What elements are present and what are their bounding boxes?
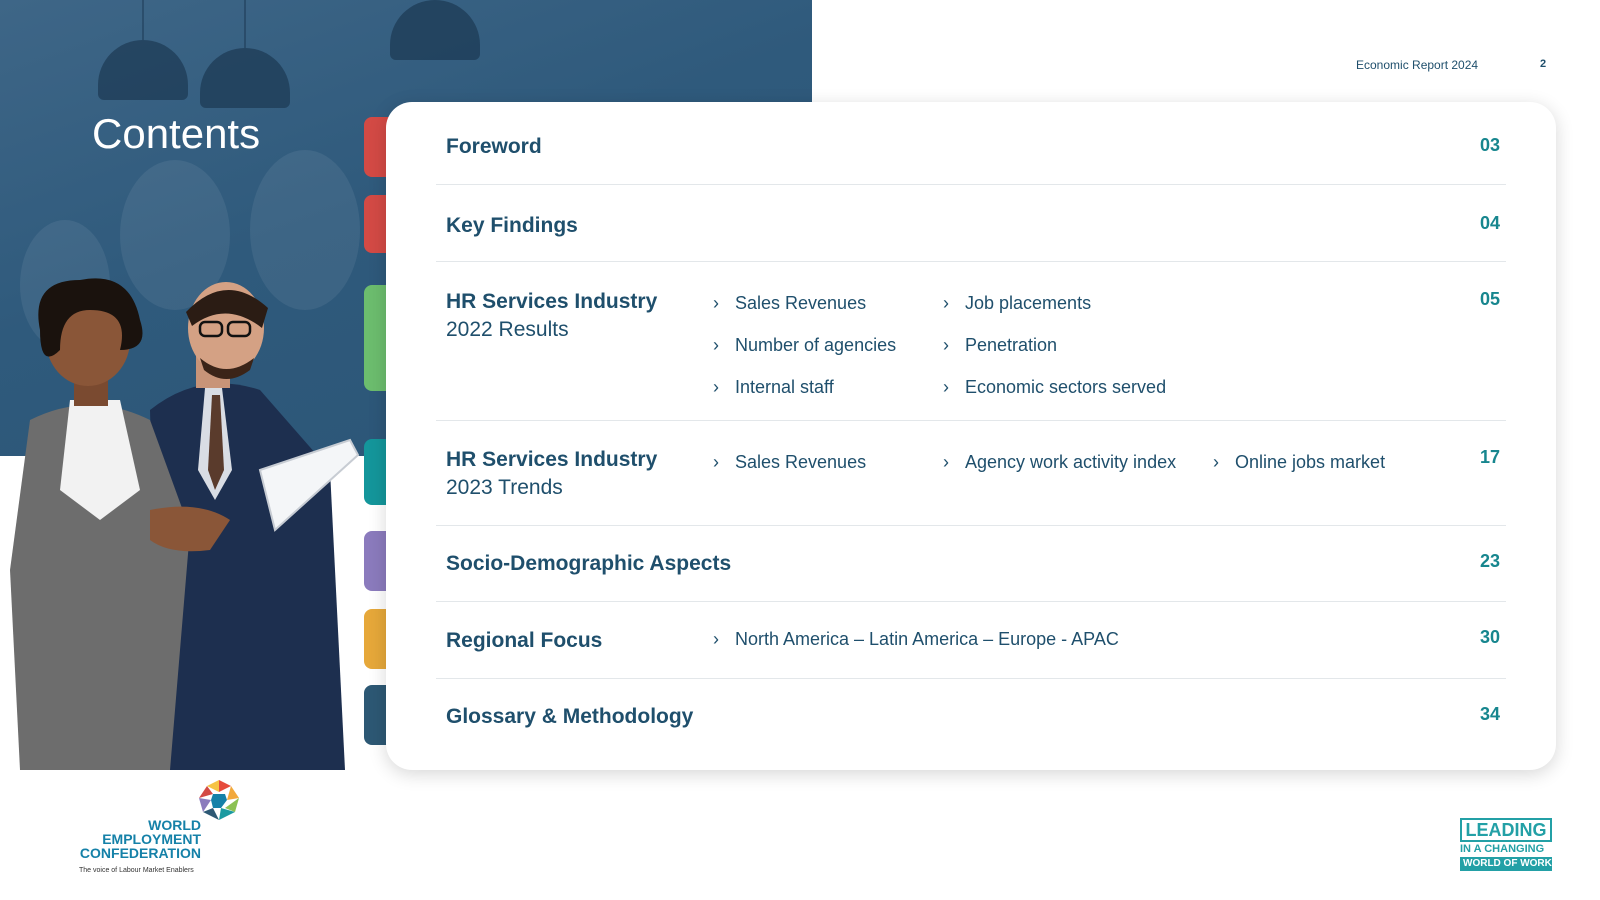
wec-logo: WORLD EMPLOYMENT CONFEDERATION The voice… (76, 778, 266, 878)
toc-subitem[interactable]: › Number of agencies (713, 335, 896, 356)
toc-subitem[interactable]: › Sales Revenues (713, 452, 866, 473)
toc-subitem[interactable]: › Economic sectors served (943, 377, 1166, 398)
toc-title[interactable]: Socio-Demographic Aspects (446, 552, 731, 576)
toc-subtitle: 2023 Trends (446, 476, 563, 499)
chevron-right-icon: › (1213, 452, 1219, 472)
toc-row-socio-demographic[interactable]: Socio-Demographic Aspects 23 (436, 526, 1506, 602)
business-people-photo (10, 278, 360, 770)
chevron-right-icon: › (713, 629, 719, 649)
toc-subitem[interactable]: › North America – Latin America – Europe … (713, 629, 1119, 650)
page-number: 2 (1540, 58, 1547, 70)
toc-row-glossary[interactable]: Glossary & Methodology 34 (436, 679, 1506, 755)
chevron-right-icon: › (713, 293, 719, 313)
wec-tagline: The voice of Labour Market Enablers (79, 867, 194, 874)
toc-row-hr-2022[interactable]: HR Services Industry 2022 Results 05 › Sa… (436, 262, 1506, 421)
toc-title[interactable]: Regional Focus (446, 629, 602, 653)
chevron-right-icon: › (943, 377, 949, 397)
toc-page-number[interactable]: 30 (1480, 627, 1500, 648)
toc-subitem[interactable]: › Penetration (943, 335, 1057, 356)
toc-page-number[interactable]: 03 (1480, 135, 1500, 156)
toc-subitem[interactable]: › Internal staff (713, 377, 834, 398)
globe-logo-icon (198, 779, 240, 821)
pendant-lamp-decoration (200, 0, 290, 108)
chevron-right-icon: › (943, 293, 949, 313)
pendant-lamp-decoration (98, 0, 188, 100)
toc-page-number[interactable]: 23 (1480, 551, 1500, 572)
toc-title[interactable]: HR Services Industry (446, 448, 657, 472)
toc-title[interactable]: HR Services Industry (446, 290, 657, 314)
contents-card: Foreword 03 Key Findings 04 HR Services … (386, 102, 1556, 770)
toc-subitem[interactable]: › Sales Revenues (713, 293, 866, 314)
pendant-lamp-decoration (390, 0, 480, 60)
page-title: Contents (92, 110, 261, 157)
chevron-right-icon: › (943, 335, 949, 355)
toc-page-number[interactable]: 05 (1480, 289, 1500, 310)
toc-page-number[interactable]: 34 (1480, 704, 1500, 725)
toc-page-number[interactable]: 17 (1480, 447, 1500, 468)
toc-title[interactable]: Key Findings (446, 214, 578, 238)
leading-logo: LEADING IN A CHANGING WORLD OF WORK (1460, 818, 1552, 871)
report-label: Economic Report 2024 (1356, 58, 1479, 72)
chevron-right-icon: › (713, 452, 719, 472)
chevron-right-icon: › (713, 335, 719, 355)
toc-row-foreword[interactable]: Foreword 03 (436, 102, 1506, 185)
toc-subitem[interactable]: › Job placements (943, 293, 1091, 314)
chevron-right-icon: › (713, 377, 719, 397)
wec-wordmark: WORLD EMPLOYMENT CONFEDERATION (79, 817, 201, 861)
toc-title[interactable]: Foreword (446, 135, 542, 159)
toc-subitem[interactable]: › Agency work activity index (943, 452, 1176, 473)
toc-subitem[interactable]: › Online jobs market (1213, 452, 1385, 473)
toc-subtitle: 2022 Results (446, 318, 569, 341)
toc-title[interactable]: Glossary & Methodology (446, 705, 693, 729)
toc-page-number[interactable]: 04 (1480, 213, 1500, 234)
chevron-right-icon: › (943, 452, 949, 472)
toc-row-key-findings[interactable]: Key Findings 04 (436, 185, 1506, 262)
toc-row-hr-2023[interactable]: HR Services Industry 2023 Trends 17 › Sal… (436, 421, 1506, 526)
toc-row-regional-focus[interactable]: Regional Focus 30 › North America – Latin… (436, 602, 1506, 679)
